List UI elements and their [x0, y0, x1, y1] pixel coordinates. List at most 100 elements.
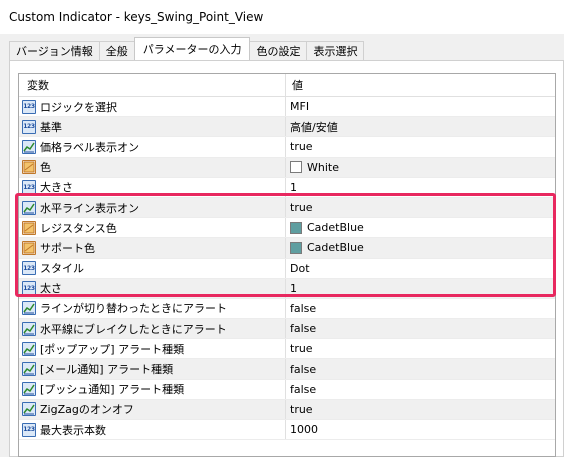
- variable-cell: [プッシュ通知] アラート種類: [19, 379, 286, 399]
- value-cell[interactable]: false: [286, 299, 555, 318]
- value-cell[interactable]: true: [286, 198, 555, 217]
- value-text: White: [307, 160, 339, 174]
- value-text: 1: [290, 281, 297, 295]
- table-row[interactable]: 123 ロジックを選択 MFI: [19, 97, 555, 118]
- grid-header: 変数 値: [19, 74, 555, 97]
- number-icon: 123: [22, 180, 36, 195]
- variable-name: 太さ: [40, 282, 62, 296]
- value-cell[interactable]: false: [286, 380, 555, 399]
- variable-name: 基準: [40, 120, 62, 134]
- table-row[interactable]: 水平ライン表示オン true: [19, 197, 555, 219]
- variable-cell: 123 スタイル: [19, 258, 286, 278]
- variable-cell: [メール通知] アラート種類: [19, 359, 286, 379]
- variable-cell: [ポップアップ] アラート種類: [19, 339, 286, 359]
- table-row[interactable]: ラインが切り替わったときにアラート false: [19, 298, 555, 320]
- color-icon: [22, 160, 36, 175]
- value-cell[interactable]: CadetBlue: [286, 238, 555, 257]
- table-row[interactable]: サポート色 CadetBlue: [19, 238, 555, 259]
- variable-cell: 価格ラベル表示オン: [19, 137, 286, 157]
- variable-name: 水平ライン表示オン: [40, 201, 139, 215]
- variable-name: 最大表示本数: [40, 423, 106, 437]
- value-text: CadetBlue: [307, 221, 364, 235]
- tab-colors[interactable]: 色の設定: [249, 41, 308, 60]
- variable-cell: 水平ライン表示オン: [19, 197, 286, 218]
- variable-name: 大きさ: [40, 181, 73, 195]
- value-cell[interactable]: 1: [286, 279, 555, 298]
- chart-icon: [22, 301, 36, 316]
- value-cell[interactable]: Dot: [286, 259, 555, 278]
- variable-cell: ZigZagのオンオフ: [19, 399, 286, 419]
- value-text: false: [290, 362, 317, 376]
- value-cell[interactable]: false: [286, 319, 555, 338]
- table-row[interactable]: 123 基準 高値/安値: [19, 117, 555, 138]
- variable-cell: 123 最大表示本数: [19, 420, 286, 440]
- table-row[interactable]: レジスタンス色 CadetBlue: [19, 218, 555, 239]
- number-icon: 123: [22, 281, 36, 296]
- value-cell[interactable]: true: [286, 137, 555, 156]
- value-text: CadetBlue: [307, 241, 364, 255]
- tab-parameters[interactable]: パラメーターの入力: [133, 37, 251, 60]
- variable-name: ロジックを選択: [40, 100, 117, 114]
- color-swatch: [290, 221, 302, 234]
- value-text: true: [290, 342, 313, 356]
- grid-rows: 123 ロジックを選択 MFI 123 基準 高値/安値 価格ラベル表示オン true 色 Whi…: [19, 97, 555, 441]
- value-text: false: [290, 301, 317, 315]
- value-cell[interactable]: false: [286, 359, 555, 378]
- value-text: Dot: [290, 261, 310, 275]
- chart-icon: [22, 200, 36, 215]
- variable-name: [メール通知] アラート種類: [40, 363, 174, 377]
- value-cell[interactable]: 1000: [286, 420, 555, 439]
- table-row[interactable]: 123 スタイル Dot: [19, 258, 555, 279]
- chart-icon: [22, 362, 36, 377]
- value-text: 1000: [290, 423, 318, 437]
- tab-label: 全般: [105, 45, 128, 58]
- value-cell[interactable]: White: [286, 158, 555, 177]
- table-row[interactable]: 色 White: [19, 157, 555, 178]
- table-row[interactable]: [ポップアップ] アラート種類 true: [19, 339, 555, 360]
- value-text: 高値/安値: [290, 120, 338, 134]
- table-row[interactable]: 水平線にブレイクしたときにアラート false: [19, 319, 555, 340]
- value-cell[interactable]: true: [286, 400, 555, 419]
- table-row[interactable]: 123 太さ 1: [19, 278, 555, 299]
- value-cell[interactable]: true: [286, 339, 555, 358]
- variable-cell: サポート色: [19, 238, 286, 258]
- table-row[interactable]: 123 最大表示本数 1000: [19, 420, 555, 441]
- chart-icon: [22, 321, 36, 336]
- number-icon: 123: [22, 261, 36, 276]
- chart-icon: [22, 341, 36, 356]
- tab-label: バージョン情報: [16, 45, 93, 58]
- value-text: false: [290, 382, 317, 396]
- variable-name: ラインが切り替わったときにアラート: [40, 302, 227, 316]
- value-cell[interactable]: 高値/安値: [286, 117, 555, 136]
- variable-name: レジスタンス色: [40, 221, 117, 235]
- color-swatch: [290, 161, 302, 174]
- tab-version-info[interactable]: バージョン情報: [9, 41, 100, 60]
- variable-name: [プッシュ通知] アラート種類: [40, 383, 185, 397]
- value-cell[interactable]: CadetBlue: [286, 218, 555, 237]
- tab-visualization[interactable]: 表示選択: [306, 41, 365, 60]
- value-cell[interactable]: MFI: [286, 97, 555, 116]
- variable-cell: 水平線にブレイクしたときにアラート: [19, 319, 286, 339]
- table-row[interactable]: ZigZagのオンオフ true: [19, 399, 555, 420]
- color-swatch: [290, 241, 302, 254]
- variable-name: 色: [40, 161, 51, 175]
- value-text: true: [290, 201, 313, 215]
- table-row[interactable]: [プッシュ通知] アラート種類 false: [19, 379, 555, 400]
- column-header-value[interactable]: 値: [286, 74, 555, 96]
- tab-label: 色の設定: [256, 45, 301, 58]
- variable-cell: 123 太さ: [19, 278, 286, 298]
- chart-icon: [22, 382, 36, 397]
- table-row[interactable]: 123 大きさ 1: [19, 177, 555, 198]
- value-text: 1: [290, 180, 297, 194]
- parameters-grid: 変数 値 123 ロジックを選択 MFI 123 基準 高値/安値 価格ラベル表示オン tru…: [18, 73, 556, 457]
- variable-name: ZigZagのオンオフ: [40, 403, 134, 417]
- color-icon: [22, 220, 36, 235]
- variable-cell: 123 大きさ: [19, 177, 286, 197]
- table-row[interactable]: 価格ラベル表示オン true: [19, 137, 555, 158]
- value-cell[interactable]: 1: [286, 178, 555, 197]
- value-text: MFI: [290, 100, 310, 114]
- column-header-variable[interactable]: 変数: [19, 74, 286, 96]
- tab-general[interactable]: 全般: [98, 41, 135, 60]
- table-row[interactable]: [メール通知] アラート種類 false: [19, 359, 555, 380]
- variable-cell: 123 ロジックを選択: [19, 97, 286, 117]
